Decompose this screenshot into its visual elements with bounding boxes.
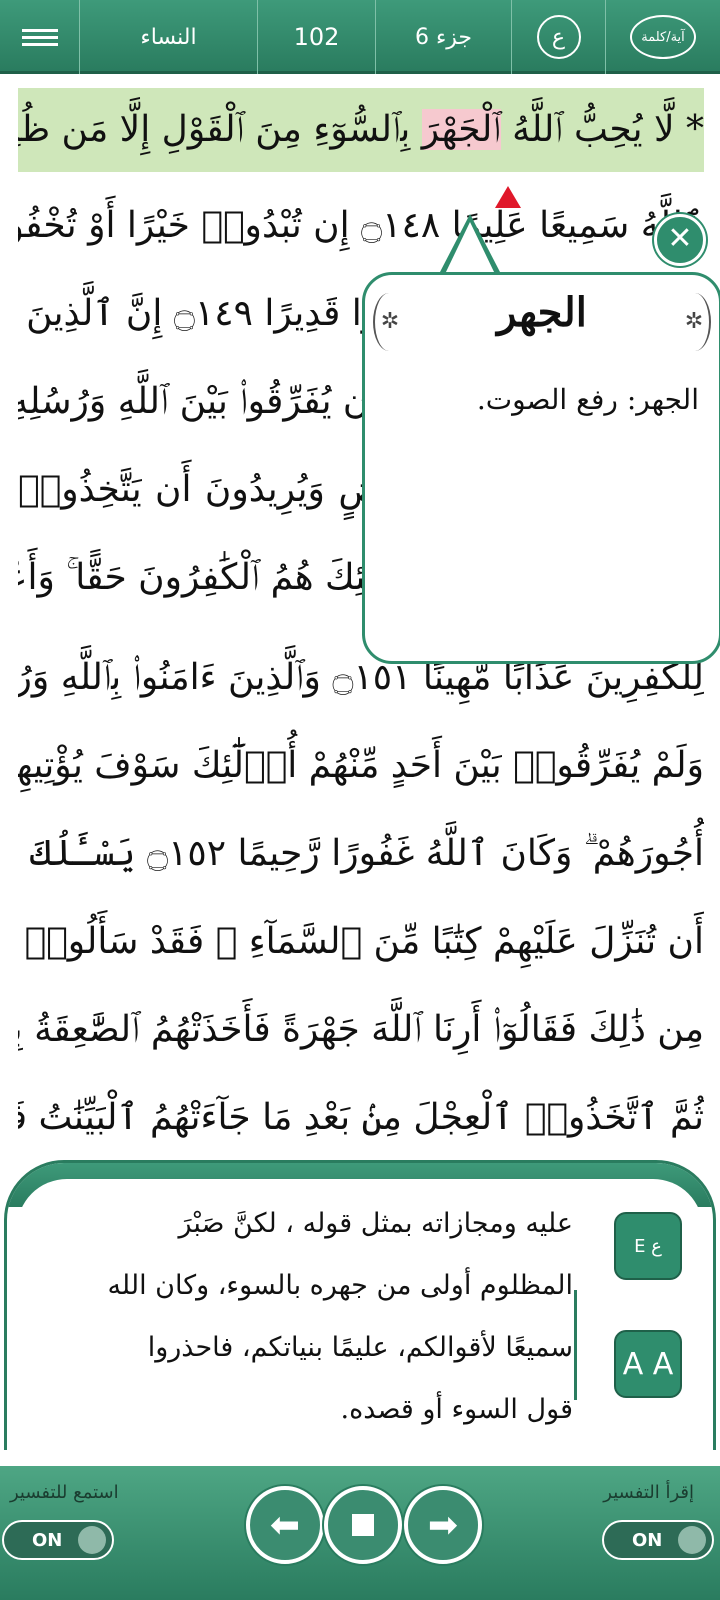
ayn-tafsir-icon: ع: [536, 15, 581, 59]
ornament-icon: ✲: [679, 293, 711, 351]
hamburger-icon: [21, 25, 58, 50]
ayah-word-icon: آية/كلمة: [630, 15, 696, 59]
page-selector[interactable]: 102: [258, 0, 376, 74]
font-size-button[interactable]: A A: [614, 1330, 682, 1398]
listen-tafsir-toggle[interactable]: ON: [2, 1520, 114, 1560]
ornament-icon: ✲: [373, 293, 405, 351]
surah-name: النساء: [140, 24, 197, 50]
stop-button[interactable]: [324, 1486, 402, 1564]
selected-word-pointer: [495, 186, 521, 208]
close-popup-button[interactable]: ✕: [654, 214, 706, 266]
verse-line[interactable]: وَلَمْ يُفَرِّقُوا۟ بَيْنَ أَحَدٍ مِّنْه…: [18, 724, 704, 808]
verse-line[interactable]: أَن تُنَزِّلَ عَلَيْهِمْ كِتَٰبًا مِّنَ …: [18, 900, 704, 984]
page-number: 102: [293, 23, 340, 51]
tafsir-text: عليه ومجازاته بمثل قوله ، لكنَّ صَبْرَ ا…: [107, 1208, 573, 1425]
bottom-bar: إقرأ التفسير استمع للتفسير ON ON ⬅ ➡: [0, 1466, 720, 1600]
tafsir-scrollbar[interactable]: [574, 1290, 577, 1400]
verse-line[interactable]: ٱللَّهُ سَمِيعًا عَلِيمًا ۝١٤٨ إِن تُبْد…: [18, 184, 704, 268]
ayah-word-toggle-button[interactable]: آية/كلمة: [606, 0, 720, 74]
popup-word-title: الجهر: [497, 289, 587, 336]
surah-selector[interactable]: النساء: [80, 0, 258, 74]
menu-button[interactable]: [0, 0, 80, 74]
tafsir-content[interactable]: عليه ومجازاته بمثل قوله ، لكنَّ صَبْرَ ا…: [17, 1179, 703, 1449]
next-button[interactable]: ➡: [404, 1486, 482, 1564]
stop-icon: [352, 1514, 374, 1536]
tafsir-button[interactable]: ع: [512, 0, 606, 74]
verse-line[interactable]: مِن ذَٰلِكَ فَقَالُوٓا۟ أَرِنَا ٱللَّهَ …: [18, 988, 704, 1072]
juz-selector[interactable]: جزء 6: [376, 0, 512, 74]
arrow-right-icon: ➡: [427, 1504, 459, 1546]
listen-tafsir-label: استمع للتفسير: [10, 1482, 119, 1503]
word-meaning-popup: ✲ الجهر ✲ الجهر: رفع الصوت.: [362, 272, 720, 664]
arrow-left-icon: ⬅: [269, 1504, 301, 1546]
read-tafsir-label: إقرأ التفسير: [603, 1482, 694, 1503]
close-icon: ✕: [667, 221, 693, 256]
verse-line-highlighted[interactable]: * لَّا يُحِبُّ ٱللَّهُ ٱلْجَهْرَ بِٱلسُّ…: [18, 88, 704, 172]
top-toolbar: النساء 102 جزء 6 ع آية/كلمة: [0, 0, 720, 74]
popup-word-definition: الجهر: رفع الصوت.: [476, 383, 699, 416]
read-tafsir-toggle[interactable]: ON: [602, 1520, 714, 1560]
tafsir-panel: عليه ومجازاته بمثل قوله ، لكنَّ صَبْرَ ا…: [4, 1160, 716, 1450]
previous-button[interactable]: ⬅: [246, 1486, 324, 1564]
font-size-icon: A A: [622, 1346, 674, 1382]
verse-line[interactable]: أُجُورَهُمْ ۗ وَكَانَ ٱللَّهُ غَفُورًا ر…: [18, 812, 704, 896]
translate-button[interactable]: E ع: [614, 1212, 682, 1280]
juz-label: جزء 6: [414, 24, 473, 50]
selected-word[interactable]: ٱلْجَهْرَ: [421, 109, 501, 150]
verse-line[interactable]: ثُمَّ ٱتَّخَذُوا۟ ٱلْعِجْلَ مِنۢ بَعْدِ …: [18, 1076, 704, 1160]
translate-icon: E ع: [634, 1235, 662, 1257]
